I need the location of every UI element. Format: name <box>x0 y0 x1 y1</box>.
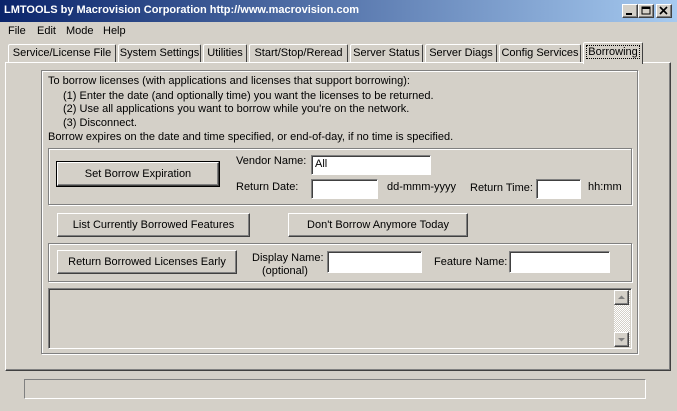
instructions-step-2: (2) Use all applications you want to bor… <box>63 103 410 115</box>
arrow-up-icon <box>618 295 625 299</box>
instructions-step-3: (3) Disconnect. <box>63 117 137 129</box>
tab-config-services[interactable]: Config Services <box>499 44 581 63</box>
dont-borrow-anymore-button[interactable]: Don't Borrow Anymore Today <box>288 213 468 237</box>
tab-server-diags[interactable]: Server Diags <box>425 44 497 63</box>
menu-mode[interactable]: Mode <box>66 25 94 37</box>
set-borrow-expiration-button[interactable]: Set Borrow Expiration <box>56 161 220 187</box>
tab-borrowing[interactable]: Borrowing <box>583 42 643 64</box>
date-format-hint: dd-mmm-yyyy <box>387 181 457 193</box>
list-borrowed-features-button[interactable]: List Currently Borrowed Features <box>57 213 250 237</box>
close-icon <box>659 6 668 15</box>
tab-server-status[interactable]: Server Status <box>350 44 423 63</box>
maximize-button[interactable] <box>638 4 654 18</box>
output-box[interactable] <box>48 288 632 349</box>
menu-file[interactable]: File <box>8 25 26 37</box>
menu-bar: File Edit Mode Help <box>0 22 677 41</box>
maximize-icon <box>641 6 651 15</box>
instructions-intro: To borrow licenses (with applications an… <box>48 75 410 87</box>
return-date-field[interactable] <box>311 179 378 199</box>
close-button[interactable] <box>656 4 672 18</box>
minimize-button[interactable] <box>622 4 638 18</box>
window-title: LMTOOLS by Macrovision Corporation http:… <box>4 4 360 16</box>
status-bar <box>24 379 646 399</box>
borrow-expiry-note: Borrow expires on the date and time spec… <box>48 131 454 143</box>
title-bar[interactable]: LMTOOLS by Macrovision Corporation http:… <box>0 0 677 22</box>
feature-name-field[interactable] <box>509 251 610 273</box>
display-name-field[interactable] <box>327 251 422 273</box>
tab-system-settings[interactable]: System Settings <box>118 44 201 63</box>
menu-help[interactable]: Help <box>103 25 126 37</box>
return-date-label: Return Date: <box>236 181 299 193</box>
tab-utilities[interactable]: Utilities <box>203 44 247 63</box>
vendor-name-field[interactable]: All <box>311 155 431 175</box>
time-format-hint: hh:mm <box>588 181 622 193</box>
tab-borrowing-label: Borrowing <box>586 45 640 59</box>
instructions-step-1: (1) Enter the date (and optionally time)… <box>63 90 434 102</box>
feature-name-label: Feature Name: <box>434 256 508 268</box>
scroll-down-button[interactable] <box>614 332 629 347</box>
display-name-optional-hint: (optional) <box>262 265 308 277</box>
scroll-up-button[interactable] <box>614 290 629 305</box>
arrow-down-icon <box>618 338 625 342</box>
return-time-field[interactable] <box>536 179 581 199</box>
menu-edit[interactable]: Edit <box>37 25 56 37</box>
vendor-name-label: Vendor Name: <box>236 155 307 167</box>
return-borrowed-licenses-button[interactable]: Return Borrowed Licenses Early <box>57 250 237 274</box>
minimize-icon <box>626 13 632 15</box>
tab-start-stop-reread[interactable]: Start/Stop/Reread <box>249 44 348 63</box>
display-name-label: Display Name: <box>252 252 324 264</box>
tab-service-license-file[interactable]: Service/License File <box>8 44 116 63</box>
return-time-label: Return Time: <box>470 182 533 194</box>
